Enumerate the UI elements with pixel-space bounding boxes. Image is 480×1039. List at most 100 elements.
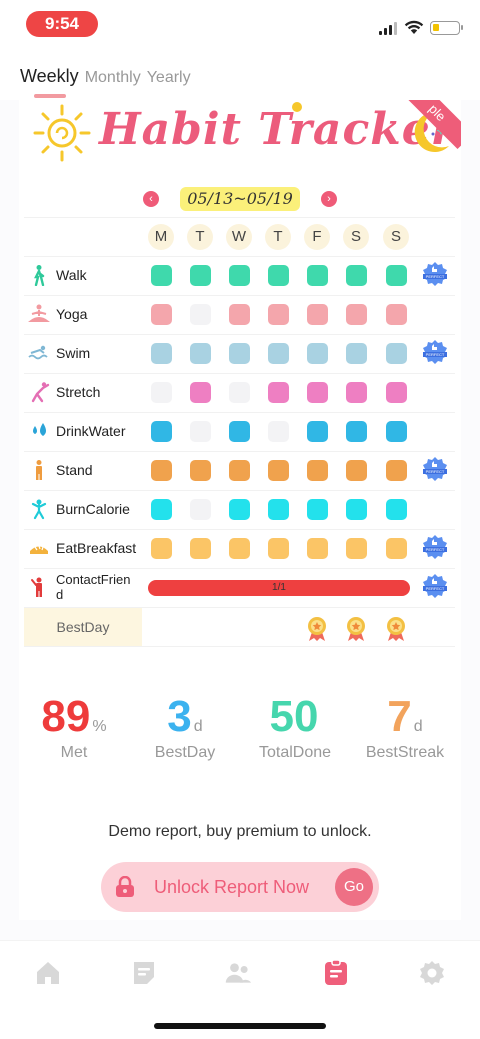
stat-value: 3 — [167, 692, 192, 741]
habit-day-cell[interactable] — [190, 421, 211, 442]
grid-line — [24, 295, 455, 296]
habit-day-cell[interactable] — [229, 499, 250, 520]
habit-day-cell[interactable] — [307, 343, 328, 364]
period-tabs: Weekly Monthly Yearly — [20, 66, 191, 87]
chevron-left-icon[interactable]: ‹ — [143, 191, 159, 207]
habit-day-cell[interactable] — [346, 421, 367, 442]
habit-name[interactable]: EatBreakfast — [56, 540, 136, 556]
habit-day-cell[interactable] — [386, 499, 407, 520]
chevron-right-icon[interactable]: › — [321, 191, 337, 207]
person-wave-icon — [28, 576, 50, 598]
habit-day-cell[interactable] — [268, 538, 289, 559]
habit-name-line: d — [56, 587, 64, 602]
perfect-badge-icon: PERFECT — [423, 574, 447, 598]
habit-day-cell[interactable] — [307, 382, 328, 403]
habit-day-cell[interactable] — [268, 304, 289, 325]
jump-icon — [28, 498, 50, 520]
habit-day-cell[interactable] — [229, 265, 250, 286]
habit-day-cell[interactable] — [190, 382, 211, 403]
habit-name[interactable]: Stand — [56, 462, 93, 478]
habit-name[interactable]: Yoga — [56, 306, 87, 322]
habit-name[interactable]: ContactFrien d — [56, 572, 130, 602]
habit-day-cell[interactable] — [307, 460, 328, 481]
unlock-report-button[interactable]: Unlock Report Now Go — [101, 862, 379, 912]
habit-day-cell[interactable] — [151, 265, 172, 286]
stat-totaldone: 50 TotalDone — [235, 692, 355, 761]
habit-day-cell[interactable] — [151, 343, 172, 364]
best-day-label: BestDay — [24, 608, 142, 646]
habit-day-cell[interactable] — [151, 382, 172, 403]
habit-name[interactable]: Swim — [56, 345, 90, 361]
day-header: S — [383, 224, 409, 250]
svg-text:PERFECT: PERFECT — [426, 547, 445, 552]
habit-day-cell[interactable] — [346, 304, 367, 325]
habit-day-cell[interactable] — [268, 421, 289, 442]
home-icon[interactable] — [34, 959, 62, 987]
habit-name[interactable]: DrinkWater — [56, 423, 126, 439]
habit-day-cell[interactable] — [307, 265, 328, 286]
habit-day-cell[interactable] — [268, 499, 289, 520]
habit-name[interactable]: Stretch — [56, 384, 100, 400]
tab-yearly[interactable]: Yearly — [147, 69, 191, 87]
habit-day-cell[interactable] — [151, 538, 172, 559]
habit-day-cell[interactable] — [386, 265, 407, 286]
habit-day-cell[interactable] — [307, 538, 328, 559]
unlock-report-label: Unlock Report Now — [154, 877, 310, 897]
habit-day-cell[interactable] — [386, 460, 407, 481]
habit-day-cell[interactable] — [346, 460, 367, 481]
habit-day-cell[interactable] — [190, 343, 211, 364]
habit-day-cell[interactable] — [151, 304, 172, 325]
tab-weekly[interactable]: Weekly — [20, 66, 79, 87]
habit-tracker-banner: Habit Tracker ple — [19, 100, 461, 178]
habit-day-cell[interactable] — [307, 421, 328, 442]
go-button[interactable]: Go — [335, 868, 373, 906]
notes-icon[interactable] — [130, 959, 158, 987]
habit-day-cell[interactable] — [386, 382, 407, 403]
habit-day-cell[interactable] — [190, 499, 211, 520]
habit-name[interactable]: Walk — [56, 267, 87, 283]
habit-day-cell[interactable] — [190, 265, 211, 286]
habit-day-cell[interactable] — [386, 343, 407, 364]
habit-day-cell[interactable] — [229, 382, 250, 403]
habit-day-cell[interactable] — [346, 265, 367, 286]
stat-unit: d — [193, 718, 203, 735]
best-day-medal-icon — [308, 617, 326, 641]
habit-day-cell[interactable] — [307, 499, 328, 520]
habit-day-cell[interactable] — [268, 343, 289, 364]
svg-text:PERFECT: PERFECT — [426, 469, 445, 474]
stat-label: TotalDone — [258, 744, 332, 761]
battery-icon — [430, 21, 463, 35]
active-tab-indicator — [34, 94, 66, 98]
settings-icon[interactable] — [418, 959, 446, 987]
habit-day-cell[interactable] — [229, 460, 250, 481]
habit-day-cell[interactable] — [386, 538, 407, 559]
habit-day-cell[interactable] — [229, 538, 250, 559]
habit-day-cell[interactable] — [268, 460, 289, 481]
group-icon[interactable] — [224, 959, 252, 987]
habit-day-cell[interactable] — [346, 343, 367, 364]
habit-day-cell[interactable] — [268, 382, 289, 403]
habit-day-cell[interactable] — [229, 304, 250, 325]
habit-day-cell[interactable] — [190, 304, 211, 325]
habit-day-cell[interactable] — [346, 382, 367, 403]
habit-day-cell[interactable] — [151, 499, 172, 520]
habit-day-cell[interactable] — [229, 343, 250, 364]
grid-line — [24, 334, 455, 335]
habit-day-cell[interactable] — [386, 304, 407, 325]
habit-day-cell[interactable] — [190, 538, 211, 559]
habit-day-cell[interactable] — [151, 460, 172, 481]
tab-monthly[interactable]: Monthly — [85, 69, 141, 87]
habit-day-cell[interactable] — [307, 304, 328, 325]
habit-name[interactable]: BurnCalorie — [56, 501, 130, 517]
banner-title: Habit Tracker — [99, 104, 455, 155]
habit-day-cell[interactable] — [229, 421, 250, 442]
habit-day-cell[interactable] — [190, 460, 211, 481]
habit-day-cell[interactable] — [268, 265, 289, 286]
habit-day-cell[interactable] — [386, 421, 407, 442]
cellular-signal-icon — [379, 22, 397, 35]
habit-day-cell[interactable] — [151, 421, 172, 442]
habit-day-cell[interactable] — [346, 499, 367, 520]
report-icon[interactable] — [322, 959, 350, 987]
habit-day-cell[interactable] — [346, 538, 367, 559]
week-navigator: ‹ 05/13~05/19 › — [140, 187, 340, 211]
